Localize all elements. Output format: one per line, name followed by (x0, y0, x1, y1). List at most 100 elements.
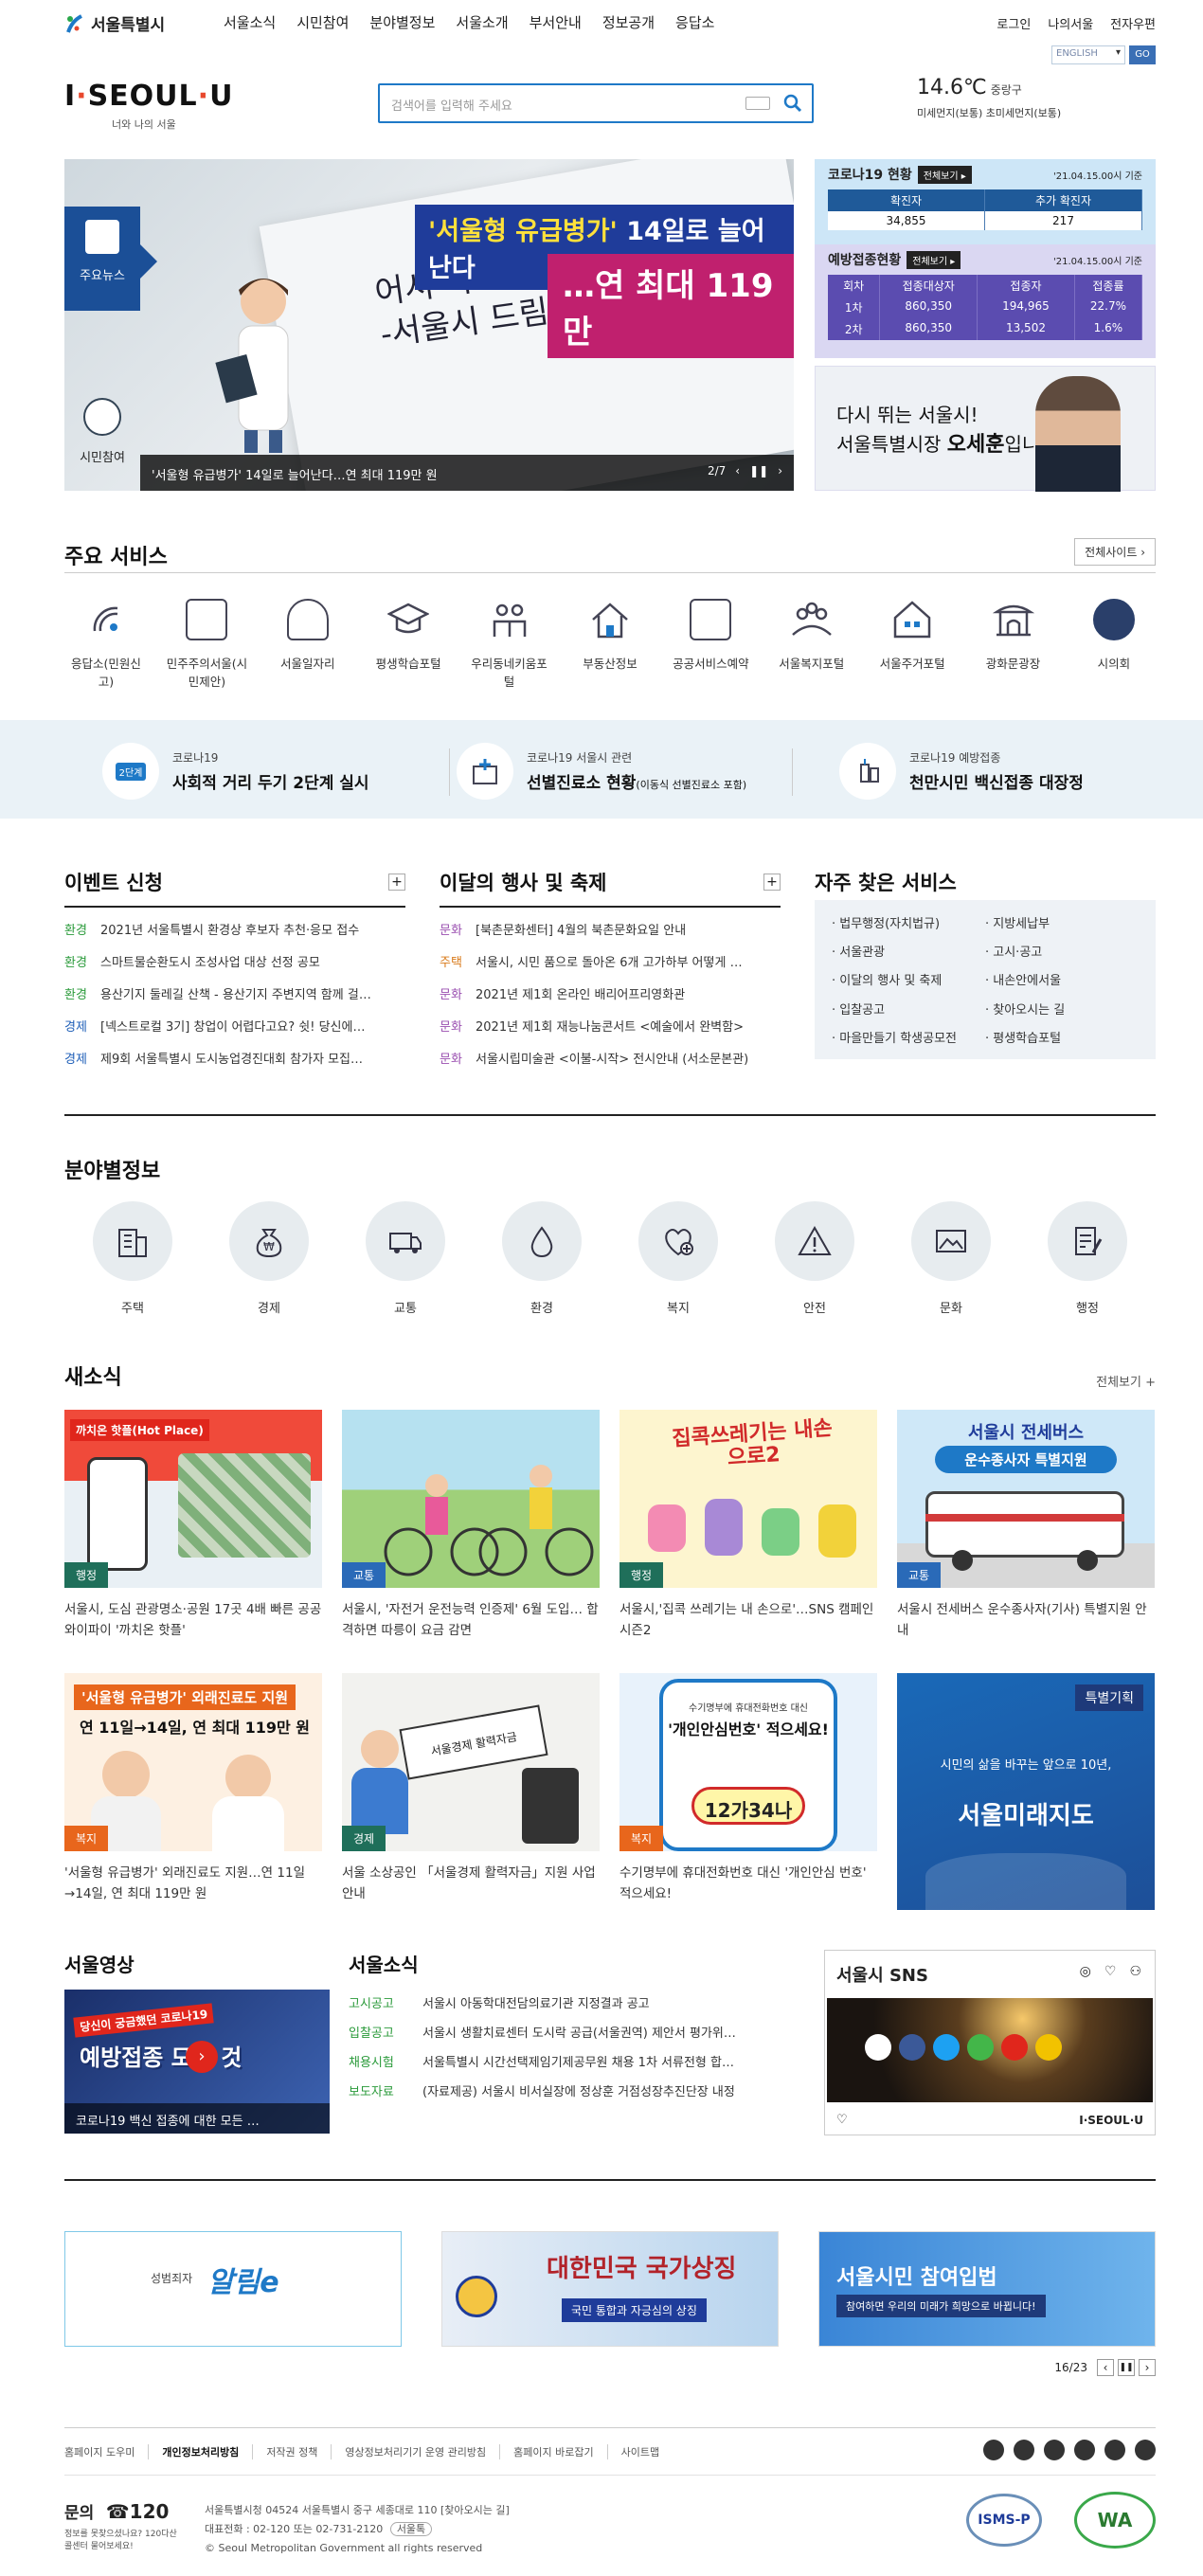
footer-link[interactable]: 저작권 정책 (266, 2444, 332, 2459)
list-item[interactable]: 문화 2021년 제1회 재능나눔콘서트 <예술에서 완벽함> (440, 1012, 781, 1044)
distancing-link[interactable]: 2단계 코로나19 사회적 거리 두기 2단계 실시 (102, 743, 369, 800)
faq-item[interactable]: · 내손안에서울 (985, 970, 1139, 988)
list-item[interactable]: 문화 [북촌문화센터] 4월의 북촌문화요일 안내 (440, 915, 781, 947)
list-item[interactable]: 환경 용산기지 둘레길 산책 - 용산기지 주변지역 함께 걸… (64, 980, 405, 1012)
blog-icon[interactable] (1074, 2440, 1095, 2460)
gnb-item-field-info[interactable]: 분야별정보 (369, 12, 435, 32)
list-item[interactable]: 경제 제9회 서울특별시 도시농업경진대회 참가자 모집… (64, 1044, 405, 1076)
footer-link[interactable]: 개인정보처리방침 (162, 2444, 254, 2459)
banner-sex-offender-alert[interactable]: 성범죄자 알림e (64, 2231, 402, 2347)
twitter-icon[interactable] (1014, 2440, 1034, 2460)
list-item[interactable]: 환경 스마트물순환도시 조성사업 대상 선정 공모 (64, 947, 405, 980)
service-item[interactable]: 서울복지포털 (770, 599, 853, 690)
tab-citizen-participation[interactable]: 시민참여 (64, 369, 140, 491)
news-card[interactable]: 교통 서울시, '자전거 운전능력 인증제' 6월 도입… 합격하면 따릉이 요… (342, 1410, 600, 1645)
pause-icon[interactable]: ❚❚ (749, 464, 768, 477)
faq-item[interactable]: · 서울관광 (832, 942, 985, 960)
facebook-icon[interactable] (983, 2440, 1004, 2460)
faq-item[interactable]: · 법무행정(자치법규) (832, 913, 985, 931)
service-item[interactable]: 우리동네키움포털 (468, 599, 551, 690)
covid-all-button[interactable]: 전체보기 ▸ (917, 165, 972, 184)
news-card[interactable]: 서울경제 활력자금 경제 서울 소상공인 「서울경제 활력자금」지원 사업 안내 (342, 1673, 600, 1910)
youtube-icon[interactable] (1104, 2440, 1125, 2460)
service-item[interactable]: 부동산정보 (568, 599, 652, 690)
news-card[interactable]: 집콕쓰레기는 내손으로2 행정 서울시,'집콕 쓰레기는 내 손으로'…SNS … (619, 1410, 877, 1645)
list-item[interactable]: 경제 [넥스트로컬 3기] 창업이 어렵다고요? 쉿! 당신에… (64, 1012, 405, 1044)
footer-link[interactable]: 영상정보처리기기 운영 관리방침 (345, 2444, 501, 2459)
service-item[interactable]: 민주주의서울(시민제안) (165, 599, 248, 690)
faq-item[interactable]: · 찾아오시는 길 (985, 1000, 1139, 1018)
news-all-link[interactable]: 전체보기 + (1096, 1372, 1156, 1390)
heart-icon[interactable]: ♡ (1104, 1964, 1117, 1979)
gnb-item-disclosure[interactable]: 정보공개 (602, 12, 655, 32)
kakao-icon[interactable] (1135, 2440, 1156, 2460)
vaccination-link[interactable]: 코로나19 예방접종 천만시민 백신접종 대장정 (839, 743, 1084, 800)
field-item-safety[interactable]: 안전 (775, 1201, 854, 1316)
play-icon[interactable]: › (186, 2041, 218, 2073)
screening-clinic-link[interactable]: 코로나19 서울시 관련 선별진료소 현황(이동식 선별진료소 포함) (457, 743, 746, 800)
compass-icon[interactable]: ◎ (1080, 1964, 1091, 1979)
search-input[interactable]: 검색어를 입력해 주세요 (391, 96, 512, 114)
field-item-economy[interactable]: ₩ 경제 (229, 1201, 309, 1316)
faq-item[interactable]: · 평생학습포털 (985, 1028, 1139, 1046)
faq-item[interactable]: · 고시·공고 (985, 942, 1139, 960)
festivals-more-icon[interactable]: + (763, 874, 781, 891)
service-item[interactable]: 서울주거포털 (871, 599, 954, 690)
news-card[interactable]: 수기명부에 휴대전화번호 대신 '개인안심번호' 적으세요! 12가34나 복지… (619, 1673, 877, 1910)
service-item[interactable]: 서울일자리 (266, 599, 350, 690)
field-item-housing[interactable]: 주택 (93, 1201, 172, 1316)
seoul-brand-logo[interactable]: 서울특별시 (64, 11, 165, 35)
list-item[interactable]: 입찰공고 서울시 생활치료센터 도시락 공급(서울권역) 제안서 평가위… (349, 2019, 803, 2048)
faq-item[interactable]: · 이달의 행사 및 축제 (832, 970, 985, 988)
iseoulu-logo[interactable]: I·SEOUL·U (64, 80, 233, 113)
service-item[interactable]: 광화문광장 (972, 599, 1055, 690)
list-item[interactable]: 주택 서울시, 시민 품으로 돌아온 6개 고가하부 어떻게 … (440, 947, 781, 980)
news-card[interactable]: 까치온 핫플(Hot Place) 행정 서울시, 도심 관광명소·공원 17곳… (64, 1410, 322, 1645)
language-dropdown[interactable]: ENGLISH ▾ (1051, 45, 1125, 64)
field-item-culture[interactable]: 문화 (911, 1201, 991, 1316)
field-item-welfare[interactable]: 복지 (638, 1201, 718, 1316)
sns-like-icon[interactable]: ♡ (836, 2113, 848, 2127)
field-item-traffic[interactable]: 교통 (366, 1201, 445, 1316)
service-item[interactable]: 공공서비스예약 (669, 599, 752, 690)
language-go-button[interactable]: GO (1129, 45, 1156, 64)
list-item[interactable]: 문화 서울시립미술관 <이불-시작> 전시안내 (서소문본관) (440, 1044, 781, 1076)
login-link[interactable]: 로그인 (997, 14, 1031, 32)
list-item[interactable]: 문화 2021년 제1회 온라인 배리어프리영화관 (440, 980, 781, 1012)
banner-national-symbol[interactable]: 대한민국 국가상징 국민 통합과 자긍심의 상징 (441, 2231, 779, 2347)
gnb-item-departments[interactable]: 부서안내 (530, 12, 582, 32)
video-thumbnail[interactable]: 당신이 궁금했던 코로나19 예방접종 모든 것 › 코로나19 백신 접종에 … (64, 1990, 330, 2134)
seoul-talk-button[interactable]: 서울톡 (389, 2522, 433, 2536)
footer-link[interactable]: 홈페이지 도우미 (64, 2444, 150, 2459)
gnb-item-news[interactable]: 서울소식 (224, 12, 276, 32)
field-item-environment[interactable]: 환경 (502, 1201, 582, 1316)
tab-main-news[interactable]: 주요뉴스 (64, 207, 157, 311)
prev-icon[interactable]: ‹ (735, 464, 740, 477)
person-icon[interactable]: ⚇ (1129, 1964, 1141, 1979)
search-icon[interactable] (783, 94, 802, 113)
prev-icon[interactable]: ‹ (1097, 2359, 1114, 2376)
email-link[interactable]: 전자우편 (1110, 14, 1156, 32)
events-more-icon[interactable]: + (388, 874, 405, 891)
next-icon[interactable]: › (778, 464, 782, 477)
next-icon[interactable]: › (1139, 2359, 1156, 2376)
news-card[interactable]: 특별기획 시민의 삶을 바꾸는 앞으로 10년, 서울미래지도 (897, 1673, 1155, 1910)
service-item[interactable]: 응답소(민원신고) (64, 599, 148, 690)
mayor-banner[interactable]: 다시 뛰는 서울시! 서울특별시장 오세훈입니다. (815, 366, 1156, 492)
footer-link[interactable]: 사이트맵 (621, 2444, 673, 2459)
all-sites-button[interactable]: 전체사이트 › (1074, 538, 1156, 566)
instagram-icon[interactable] (1044, 2440, 1065, 2460)
list-item[interactable]: 고시공고 서울시 아동학대전담의료기관 지정결과 공고 (349, 1990, 803, 2019)
main-banner[interactable]: 어서 나으세요! -서울시 드림- '서울형 유급병가' 14일로 늘어난다 …… (64, 159, 794, 491)
my-seoul-link[interactable]: 나의서울 (1048, 14, 1093, 32)
service-item[interactable]: 시의회 (1072, 599, 1156, 690)
faq-item[interactable]: · 지방세납부 (985, 913, 1139, 931)
weather-widget[interactable]: 14.6℃ 중랑구 미세먼지(보통) 초미세먼지(보통) (917, 76, 1061, 120)
keyboard-icon[interactable] (745, 97, 770, 110)
list-item[interactable]: 보도자료 (자료제공) 서울시 비서실장에 정상훈 거점성장추진단장 내정 (349, 2078, 803, 2107)
pause-icon[interactable]: ❚❚ (1118, 2359, 1135, 2376)
service-item[interactable]: 평생학습포털 (367, 599, 450, 690)
list-item[interactable]: 채용시험 서울특별시 시간선택제임기제공무원 채용 1차 서류전형 합… (349, 2048, 803, 2078)
field-item-administration[interactable]: 행정 (1048, 1201, 1127, 1316)
footer-link[interactable]: 홈페이지 바로잡기 (513, 2444, 608, 2459)
